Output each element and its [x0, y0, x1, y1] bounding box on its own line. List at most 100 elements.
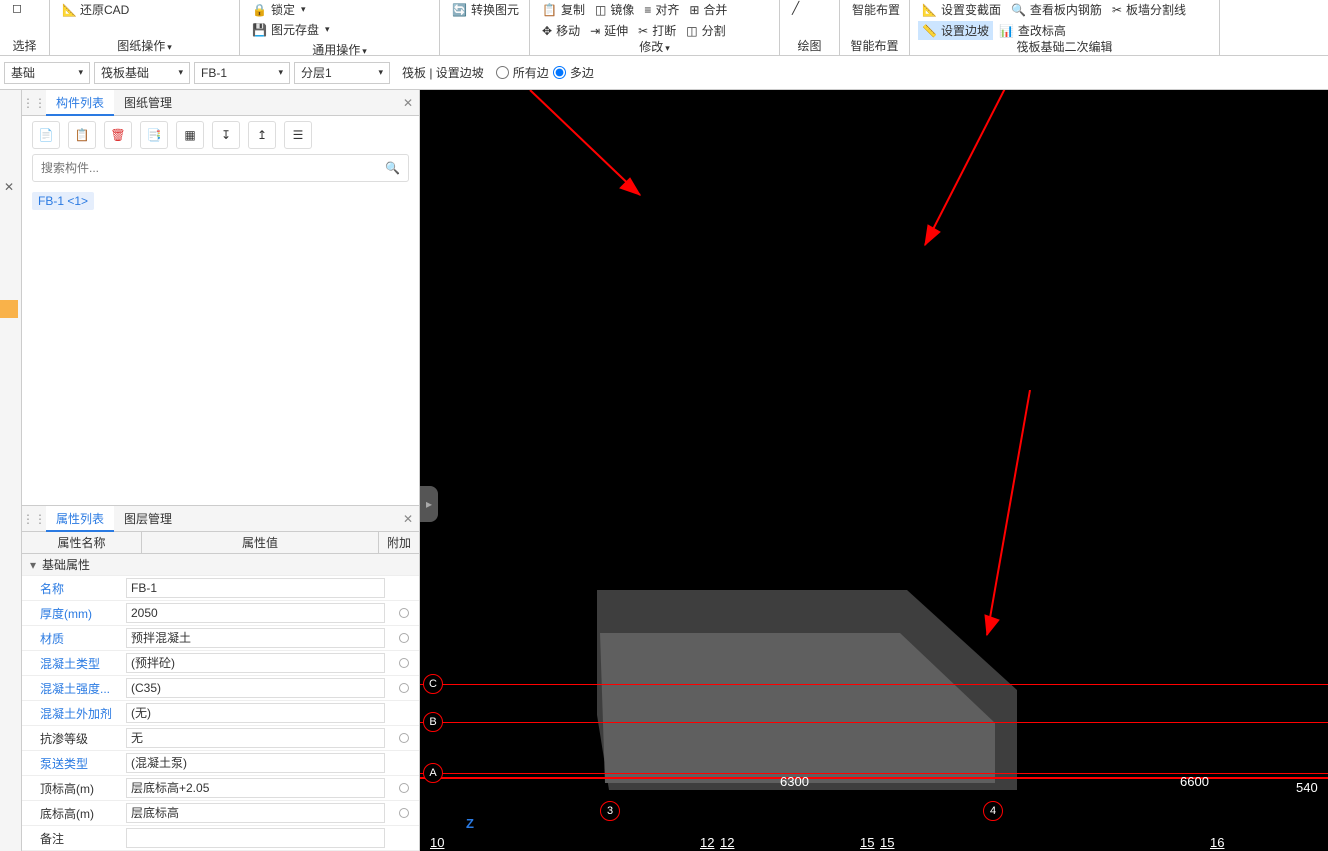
- property-value[interactable]: (C35): [122, 676, 389, 700]
- property-name: 顶标高(m): [22, 780, 122, 797]
- merge-button[interactable]: ⊞合并: [685, 0, 731, 19]
- list-button[interactable]: ☰: [284, 121, 312, 149]
- chevron-down-icon: ▾: [378, 67, 383, 78]
- radio-all-edges[interactable]: 所有边: [496, 64, 549, 81]
- property-row: 混凝土类型(预拌砼): [22, 651, 419, 676]
- chevron-down-icon[interactable]: ▾: [362, 46, 367, 56]
- dim-6600: 6600: [1180, 774, 1209, 789]
- property-addon[interactable]: [389, 633, 419, 643]
- new-button[interactable]: 📄: [32, 121, 60, 149]
- delete-button[interactable]: 🗑: [104, 121, 132, 149]
- combo-name[interactable]: FB-1▾: [194, 62, 290, 84]
- search-field[interactable]: [41, 161, 385, 175]
- property-value[interactable]: 无: [122, 726, 389, 750]
- combo-category[interactable]: 基础▾: [4, 62, 90, 84]
- property-addon[interactable]: [389, 808, 419, 818]
- chevron-down-icon: ▾: [278, 67, 283, 78]
- property-row: 备注: [22, 826, 419, 851]
- close-icon[interactable]: ✕: [4, 180, 14, 194]
- grid-button[interactable]: ▦: [176, 121, 204, 149]
- property-value[interactable]: (无): [122, 701, 389, 725]
- smart-layout-button[interactable]: 智能布置: [848, 0, 904, 19]
- export-button[interactable]: ↥: [248, 121, 276, 149]
- combo-type[interactable]: 筏板基础▾: [94, 62, 190, 84]
- list-item[interactable]: FB-1 <1>: [32, 192, 94, 210]
- board-split-button[interactable]: ✂板墙分割线: [1108, 0, 1190, 19]
- property-row: 抗渗等级无: [22, 726, 419, 751]
- radio-multi-edges[interactable]: 多边: [553, 64, 594, 81]
- lock-button[interactable]: 🔒锁定▾: [248, 0, 431, 19]
- close-icon[interactable]: ✕: [403, 512, 413, 526]
- align-button[interactable]: ≡对齐: [640, 0, 683, 19]
- collapsed-panel-tag[interactable]: [0, 300, 18, 318]
- smart-layout-label: 智能布置: [848, 35, 901, 56]
- property-value[interactable]: 层底标高: [122, 801, 389, 825]
- combo-layer[interactable]: 分层1▾: [294, 62, 390, 84]
- property-addon[interactable]: [389, 608, 419, 618]
- property-row: 泵送类型(混凝土泵): [22, 751, 419, 776]
- tab-layers[interactable]: 图层管理: [114, 506, 182, 532]
- ruler-val: 15: [860, 835, 874, 850]
- dim-540: 540: [1296, 780, 1318, 795]
- viewport[interactable]: ▸ C B A 3 4 6300 6600 540 10 12 12 15 15…: [420, 90, 1328, 851]
- property-addon[interactable]: [389, 783, 419, 793]
- see-rebar-button[interactable]: 🔍查看板内钢筋: [1007, 0, 1106, 19]
- drag-handle-icon[interactable]: ⋮⋮: [22, 506, 46, 532]
- select-label: 选择: [8, 35, 41, 56]
- draw-line[interactable]: ╱: [788, 0, 803, 16]
- restore-cad[interactable]: 📐还原CAD: [58, 0, 133, 19]
- layer-button[interactable]: 📑: [140, 121, 168, 149]
- property-body: ▾ 基础属性 名称FB-1厚度(mm)2050材质预拌混凝土混凝土类型(预拌砼)…: [22, 554, 419, 851]
- dim-6300: 6300: [780, 774, 809, 789]
- component-list: FB-1 <1>: [22, 188, 419, 505]
- chevron-down-icon: ▾: [178, 67, 183, 78]
- property-name: 混凝土强度...: [22, 680, 122, 697]
- convert-button[interactable]: 🔄转换图元: [448, 0, 523, 19]
- property-name: 厚度(mm): [22, 605, 122, 622]
- raft-solid-top: [600, 633, 1005, 793]
- property-value[interactable]: 2050: [122, 601, 389, 625]
- tab-properties[interactable]: 属性列表: [46, 506, 114, 532]
- property-value[interactable]: (预拌砼): [122, 651, 389, 675]
- grid-line-b: [420, 722, 1328, 723]
- ruler-val: 15: [880, 835, 894, 850]
- property-addon[interactable]: [389, 733, 419, 743]
- property-row: 材质预拌混凝土: [22, 626, 419, 651]
- copy-button[interactable]: 📋: [68, 121, 96, 149]
- main-area: ✕ ⋮⋮ 构件列表 图纸管理 ✕ 📄 📋 🗑 📑 ▦ ↧ ↥ ☰ 🔍 FB-1 …: [0, 90, 1328, 851]
- property-name: 底标高(m): [22, 805, 122, 822]
- property-value[interactable]: FB-1: [122, 576, 389, 600]
- chevron-down-icon[interactable]: ▾: [167, 42, 172, 52]
- search-icon[interactable]: 🔍: [385, 161, 400, 175]
- expand-handle[interactable]: ▸: [420, 486, 438, 522]
- raft-secondary-edit-label: 筏板基础二次编辑: [918, 36, 1211, 57]
- chevron-down-icon[interactable]: ▾: [665, 43, 670, 53]
- tab-drawing-mgmt[interactable]: 图纸管理: [114, 90, 182, 116]
- property-addon[interactable]: [389, 658, 419, 668]
- general-ops-label: 通用操作: [312, 43, 360, 57]
- property-value[interactable]: [122, 826, 389, 850]
- ruler-val: 12: [720, 835, 734, 850]
- property-header: 属性名称 属性值 附加: [22, 532, 419, 554]
- import-button[interactable]: ↧: [212, 121, 240, 149]
- tab-component-list[interactable]: 构件列表: [46, 90, 114, 116]
- search-input[interactable]: 🔍: [32, 154, 409, 182]
- property-row: 混凝土强度...(C35): [22, 676, 419, 701]
- ruler-val: 16: [1210, 835, 1224, 850]
- mirror-button[interactable]: ◫镜像: [591, 0, 638, 19]
- property-value[interactable]: 层底标高+2.05: [122, 776, 389, 800]
- property-addon[interactable]: [389, 683, 419, 693]
- drag-handle-icon[interactable]: ⋮⋮: [22, 90, 46, 116]
- property-value[interactable]: (混凝土泵): [122, 751, 389, 775]
- copy-button[interactable]: 📋复制: [538, 0, 589, 19]
- property-name: 泵送类型: [22, 755, 122, 772]
- save-element-button[interactable]: 💾图元存盘▾: [248, 20, 431, 39]
- component-tabs: ⋮⋮ 构件列表 图纸管理 ✕: [22, 90, 419, 116]
- property-name: 混凝土外加剂: [22, 705, 122, 722]
- select-tool[interactable]: ◻: [8, 0, 26, 16]
- annotation-arrow: [975, 390, 1035, 650]
- set-section-button[interactable]: 📐设置变截面: [918, 0, 1005, 19]
- property-value[interactable]: 预拌混凝土: [122, 626, 389, 650]
- close-icon[interactable]: ✕: [403, 96, 413, 110]
- property-section[interactable]: ▾ 基础属性: [22, 554, 419, 576]
